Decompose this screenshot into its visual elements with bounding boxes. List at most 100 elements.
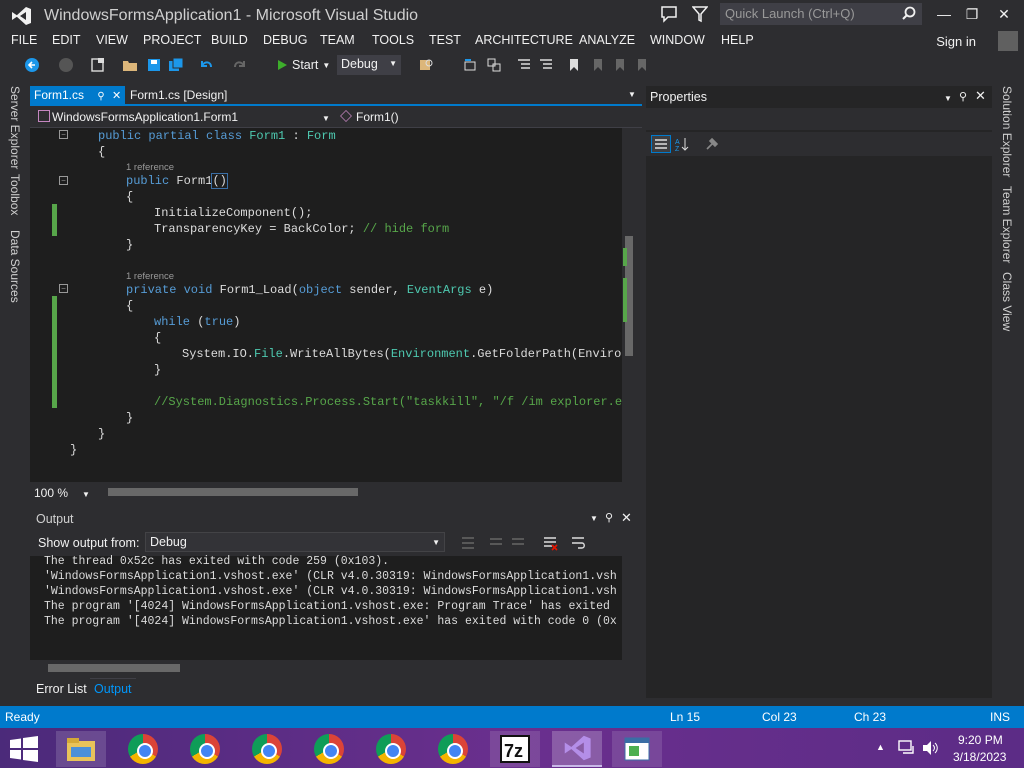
- editor-vertical-scrollbar[interactable]: [622, 128, 636, 482]
- menu-architecture[interactable]: ARCHITECTURE: [475, 33, 573, 47]
- bookmark-icon[interactable]: [566, 57, 582, 73]
- close-tab-icon[interactable]: ✕: [112, 90, 121, 102]
- close-output-icon[interactable]: ✕: [621, 510, 632, 526]
- window-position-icon[interactable]: ▼: [944, 94, 952, 103]
- pin-icon[interactable]: ⚲: [959, 90, 967, 103]
- redo-icon[interactable]: [232, 57, 248, 73]
- reference-codelens[interactable]: 1 reference: [126, 271, 174, 282]
- forward-icon[interactable]: [58, 57, 74, 73]
- tab-error-list[interactable]: Error List: [36, 682, 87, 696]
- search-icon[interactable]: [902, 6, 916, 20]
- fold-toggle[interactable]: −: [59, 130, 68, 139]
- tab-output[interactable]: Output: [90, 678, 136, 700]
- file-explorer-taskbar-button[interactable]: [56, 731, 106, 767]
- scroll-thumb[interactable]: [48, 664, 180, 672]
- tab-form1-cs[interactable]: Form1.cs ⚲ ✕: [30, 86, 125, 106]
- 7zip-taskbar-button[interactable]: 7z: [490, 731, 540, 767]
- data-sources-tab[interactable]: Data Sources: [8, 230, 22, 303]
- server-explorer-tab[interactable]: Server Explorer: [8, 86, 22, 169]
- window-position-icon[interactable]: ▼: [590, 514, 598, 523]
- uncomment-lines-icon[interactable]: [538, 57, 554, 73]
- find-in-files-icon[interactable]: [418, 57, 434, 73]
- chrome-taskbar-button[interactable]: [428, 731, 478, 767]
- clock-date[interactable]: 3/18/2023: [953, 750, 1006, 764]
- tab-dropdown-icon[interactable]: ▼: [628, 90, 636, 99]
- chrome-taskbar-button[interactable]: [242, 731, 292, 767]
- show-hidden-icons-icon[interactable]: ▲: [876, 742, 885, 752]
- alphabetical-icon[interactable]: AZ: [674, 136, 690, 152]
- properties-object-select[interactable]: [646, 108, 992, 130]
- prev-message-icon[interactable]: [488, 535, 504, 551]
- menu-debug[interactable]: DEBUG: [263, 33, 307, 47]
- navigate-icon[interactable]: [462, 57, 478, 73]
- windows-icon[interactable]: [486, 57, 502, 73]
- menu-window[interactable]: WINDOW: [650, 33, 705, 47]
- code-line: }: [98, 427, 106, 441]
- undo-icon[interactable]: [198, 57, 214, 73]
- chrome-taskbar-button[interactable]: [366, 731, 416, 767]
- menu-test[interactable]: TEST: [429, 33, 461, 47]
- nav-class-dropdown[interactable]: WindowsFormsApplication1.Form1: [52, 110, 238, 124]
- close-properties-icon[interactable]: ✕: [975, 88, 986, 104]
- word-wrap-icon[interactable]: [570, 535, 586, 551]
- save-icon[interactable]: [146, 57, 162, 73]
- open-folder-icon[interactable]: [122, 57, 138, 73]
- menu-edit[interactable]: EDIT: [52, 33, 80, 47]
- menu-project[interactable]: PROJECT: [143, 33, 201, 47]
- volume-icon[interactable]: [922, 740, 940, 756]
- quick-launch-input[interactable]: Quick Launch (Ctrl+Q): [720, 3, 922, 25]
- menu-view[interactable]: VIEW: [96, 33, 128, 47]
- menu-file[interactable]: FILE: [11, 33, 37, 47]
- restore-button[interactable]: ❐: [962, 4, 982, 24]
- network-icon[interactable]: [898, 740, 916, 756]
- class-view-tab[interactable]: Class View: [1000, 272, 1014, 331]
- fold-toggle[interactable]: −: [59, 176, 68, 185]
- scroll-thumb[interactable]: [108, 488, 358, 496]
- nav-member-dropdown[interactable]: Form1(): [356, 110, 399, 124]
- zoom-level[interactable]: 100 %: [34, 486, 68, 500]
- minimize-button[interactable]: —: [934, 4, 954, 24]
- find-message-icon[interactable]: [460, 535, 476, 551]
- menu-help[interactable]: HELP: [721, 33, 754, 47]
- output-vertical-scrollbar[interactable]: [622, 556, 636, 660]
- clear-all-icon[interactable]: [542, 535, 558, 551]
- menu-team[interactable]: TEAM: [320, 33, 355, 47]
- menu-analyze[interactable]: ANALYZE: [579, 33, 635, 47]
- solution-configuration-select[interactable]: Debug ▼: [337, 55, 401, 75]
- prev-bookmark-icon[interactable]: [590, 57, 606, 73]
- filter-icon[interactable]: [692, 5, 708, 23]
- account-icon[interactable]: [998, 31, 1018, 51]
- comment-lines-icon[interactable]: [516, 57, 532, 73]
- solution-explorer-tab[interactable]: Solution Explorer: [1000, 86, 1014, 177]
- code-editor[interactable]: − − −: [30, 128, 622, 482]
- categorized-icon[interactable]: [651, 135, 671, 153]
- next-message-icon[interactable]: [510, 535, 526, 551]
- feedback-icon[interactable]: [660, 5, 678, 23]
- next-bookmark-icon[interactable]: [612, 57, 628, 73]
- menu-tools[interactable]: TOOLS: [372, 33, 414, 47]
- output-source-select[interactable]: Debug ▼: [145, 532, 445, 552]
- team-explorer-tab[interactable]: Team Explorer: [1000, 186, 1014, 263]
- windows-start-icon[interactable]: [10, 736, 38, 762]
- menu-build[interactable]: BUILD: [211, 33, 248, 47]
- reference-codelens[interactable]: 1 reference: [126, 162, 174, 173]
- new-project-icon[interactable]: [90, 57, 106, 73]
- app-taskbar-button[interactable]: [612, 731, 662, 767]
- chrome-taskbar-button[interactable]: [304, 731, 354, 767]
- clock-time[interactable]: 9:20 PM: [958, 733, 1003, 747]
- visual-studio-taskbar-button[interactable]: [552, 731, 602, 767]
- pin-icon[interactable]: ⚲: [605, 511, 613, 524]
- back-icon[interactable]: [24, 57, 40, 73]
- property-pages-icon[interactable]: [704, 136, 720, 152]
- clear-bookmarks-icon[interactable]: [634, 57, 650, 73]
- close-button[interactable]: ✕: [994, 4, 1014, 24]
- tab-form1-design[interactable]: Form1.cs [Design]: [130, 88, 227, 102]
- pin-icon[interactable]: ⚲: [97, 91, 104, 102]
- fold-toggle[interactable]: −: [59, 284, 68, 293]
- toolbox-tab[interactable]: Toolbox: [8, 174, 22, 215]
- chrome-taskbar-button[interactable]: [180, 731, 230, 767]
- sign-in-link[interactable]: Sign in: [936, 34, 976, 49]
- start-debugging-button[interactable]: Start ▼: [276, 55, 330, 75]
- save-all-icon[interactable]: [168, 57, 184, 73]
- chrome-taskbar-button[interactable]: [118, 731, 168, 767]
